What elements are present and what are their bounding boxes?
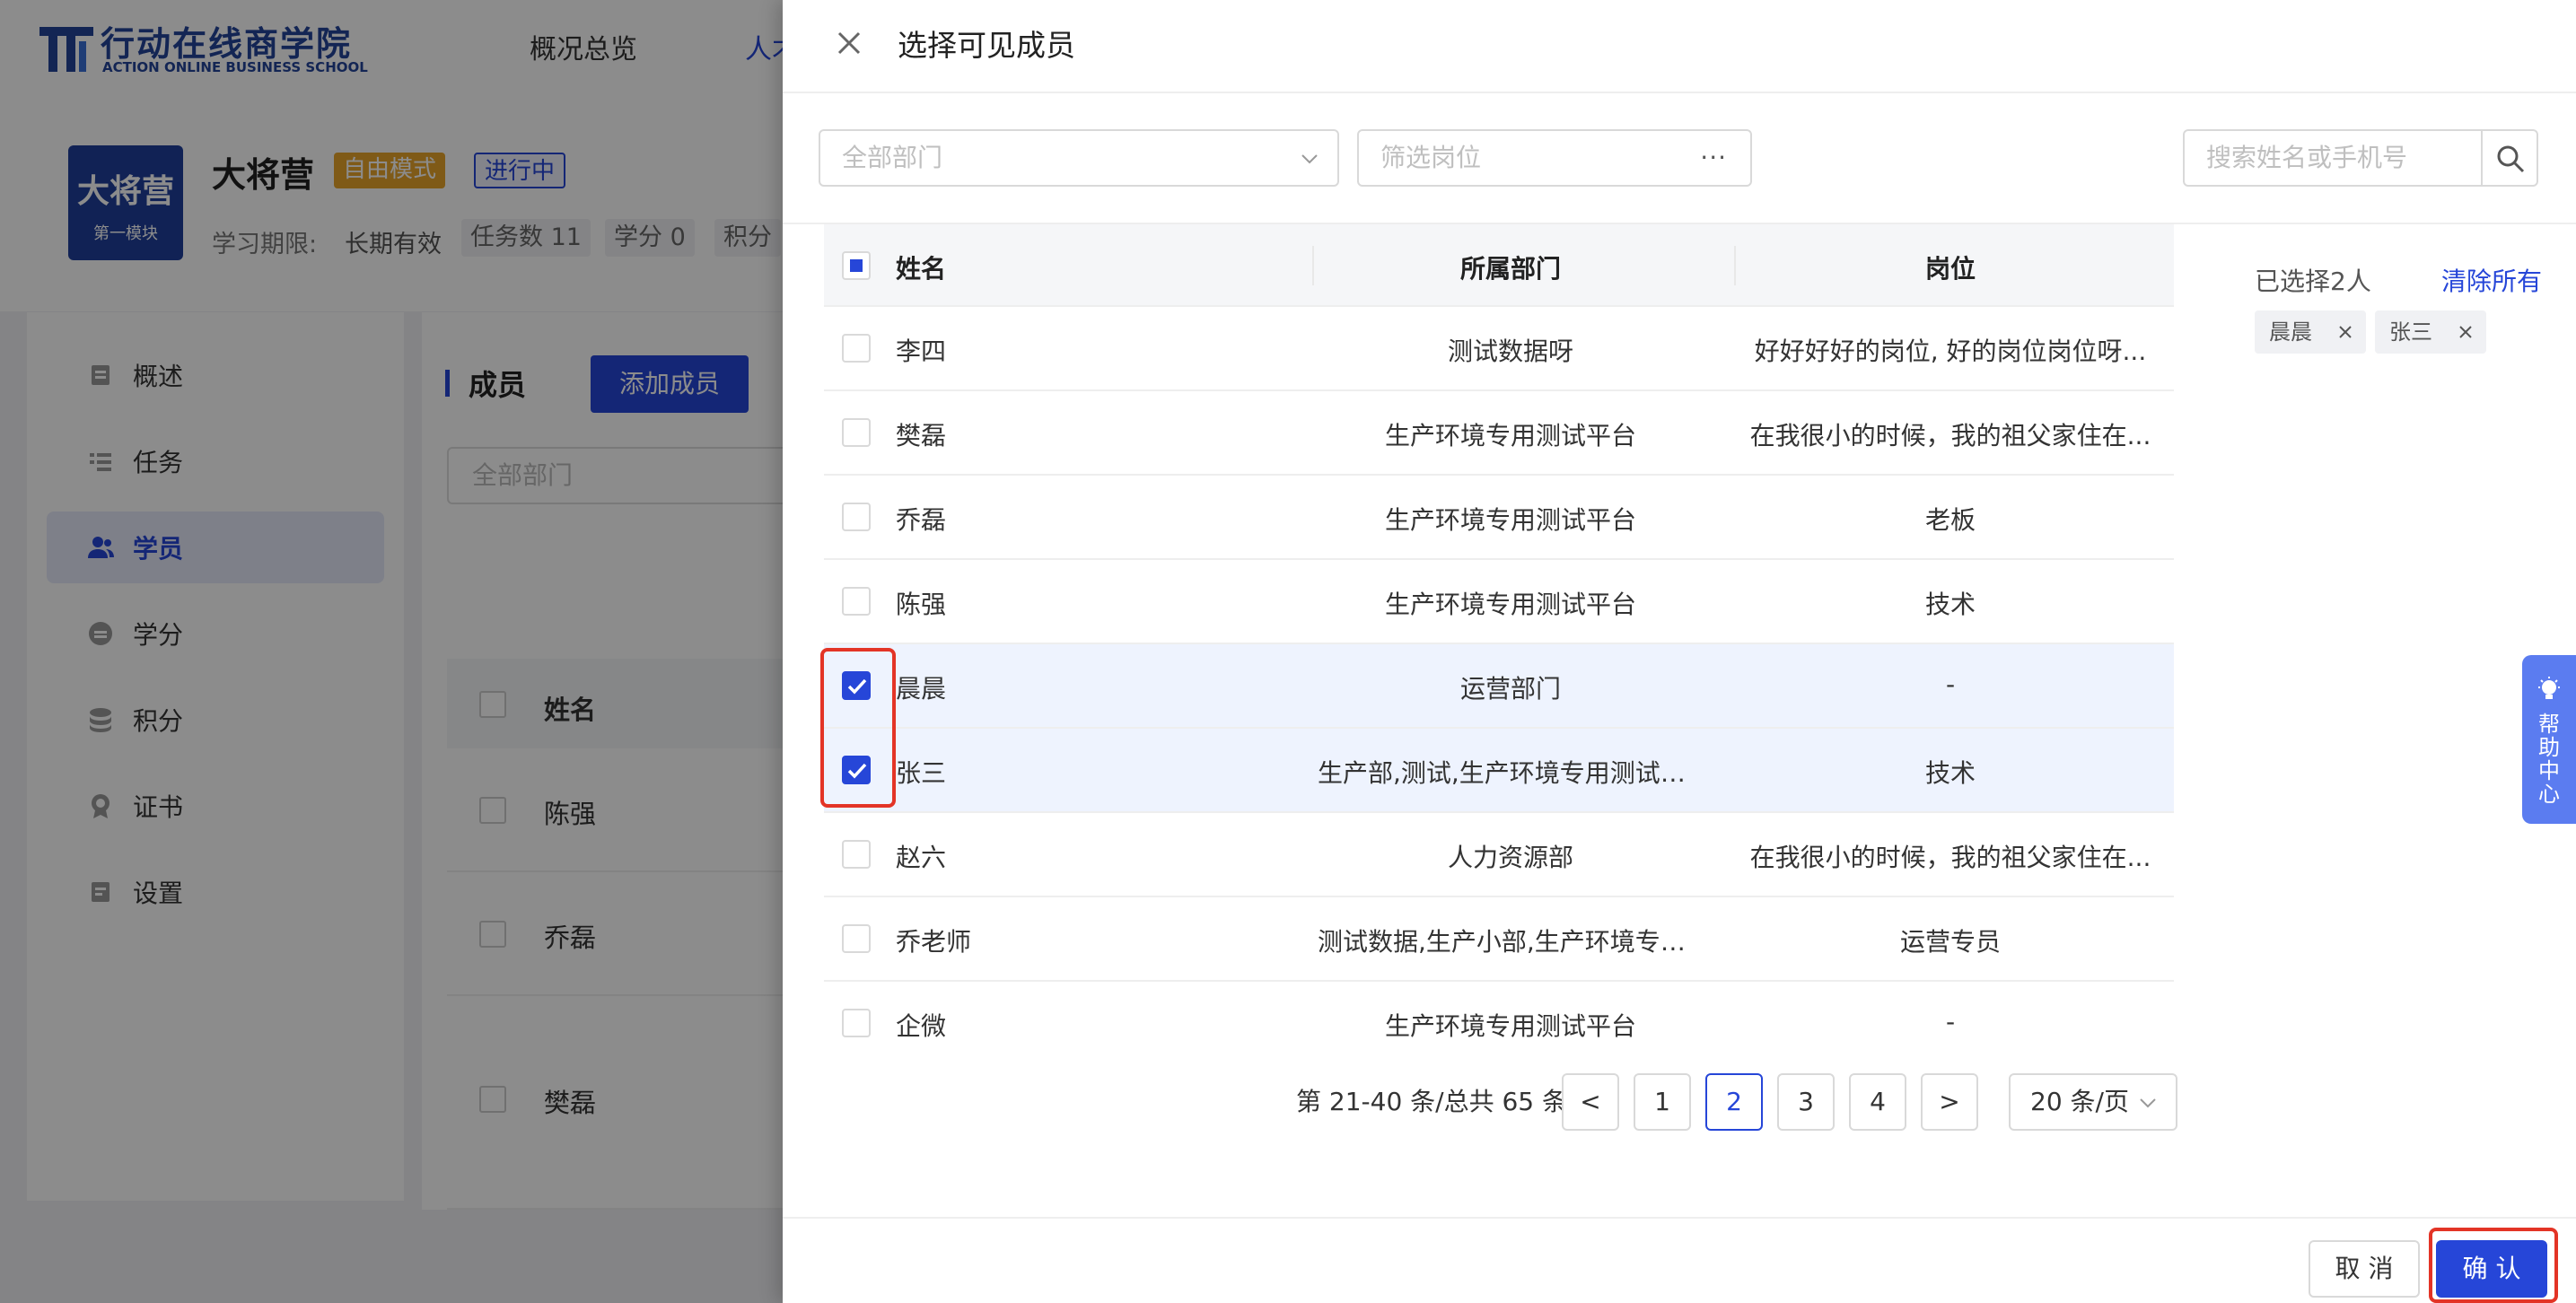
page-button-4[interactable]: 4 <box>1849 1073 1906 1131</box>
col-dept-header: 所属部门 <box>1459 254 1561 284</box>
pagination-info: 第 21-40 条/总共 65 条 <box>1296 1087 1568 1116</box>
member-position: - <box>1945 1007 1956 1036</box>
row-checkbox[interactable] <box>842 840 871 869</box>
member-dept: 人力资源部 <box>1447 843 1573 872</box>
more-icon[interactable]: ··· <box>1700 131 1727 185</box>
member-position: 运营专员 <box>1899 927 2001 957</box>
row-checkbox[interactable] <box>842 587 871 616</box>
lightbulb-icon <box>2538 677 2560 699</box>
member-dept: 生产部,测试,生产环境专用测试平台 <box>1318 758 1704 788</box>
member-dept: 生产环境专用测试平台 <box>1384 421 1636 450</box>
prev-page-button[interactable]: < <box>1562 1073 1619 1131</box>
help-center-label: 帮助中心 <box>2538 712 2560 807</box>
close-icon[interactable] <box>2458 324 2474 340</box>
member-dept: 运营部门 <box>1459 674 1561 704</box>
table-row-selected[interactable]: 晨晨 运营部门 - <box>824 644 2174 729</box>
member-dept: 生产环境专用测试平台 <box>1384 1011 1636 1041</box>
member-name: 赵六 <box>896 843 947 872</box>
page-size-select[interactable]: 20 条/页 <box>2009 1073 2177 1131</box>
member-name: 晨晨 <box>896 674 947 704</box>
member-position: 技术 <box>1924 590 1976 619</box>
member-name: 企微 <box>896 1011 947 1041</box>
close-icon[interactable] <box>2337 324 2353 340</box>
chip-label: 张三 <box>2389 319 2432 345</box>
member-position: 在我很小的时候，我的祖父家住在... <box>1749 843 2151 872</box>
select-members-drawer: 选择可见成员 全部部门 筛选岗位 ··· 搜索姓名或手机号 姓名 所属部门 岗位… <box>783 0 2576 1303</box>
page-button-1[interactable]: 1 <box>1634 1073 1691 1131</box>
close-icon[interactable] <box>833 27 865 59</box>
chevron-down-icon <box>2140 1098 2156 1108</box>
member-name: 李四 <box>896 337 947 366</box>
cancel-button[interactable]: 取 消 <box>2309 1240 2420 1298</box>
row-checkbox[interactable] <box>842 924 871 953</box>
drawer-title: 选择可见成员 <box>898 28 1075 63</box>
highlight-box-checkboxes <box>820 648 896 808</box>
dept-select-placeholder: 全部部门 <box>842 143 943 172</box>
table-row[interactable]: 乔老师 测试数据,生产小部,生产环境专用... 运营专员 <box>824 897 2174 982</box>
member-dept: 测试数据呀 <box>1447 337 1573 366</box>
member-name: 陈强 <box>896 590 947 619</box>
highlight-box-confirm <box>2429 1228 2558 1303</box>
column-separator <box>1734 246 1736 285</box>
col-position-header: 岗位 <box>1924 254 1976 284</box>
position-filter[interactable]: 筛选岗位 ··· <box>1357 129 1752 187</box>
search-icon <box>2497 145 2525 173</box>
table-row[interactable]: 乔磊 生产环境专用测试平台 老板 <box>824 476 2174 560</box>
column-separator <box>1312 246 1314 285</box>
col-name-header: 姓名 <box>896 254 947 284</box>
table-row-selected[interactable]: 张三 生产部,测试,生产环境专用测试平台 技术 <box>824 729 2174 813</box>
dept-select[interactable]: 全部部门 <box>819 129 1339 187</box>
member-position: 技术 <box>1924 758 1976 788</box>
page-button-3[interactable]: 3 <box>1777 1073 1835 1131</box>
table-row[interactable]: 企微 生产环境专用测试平台 - <box>824 982 2174 1066</box>
row-checkbox[interactable] <box>842 1009 871 1037</box>
row-checkbox[interactable] <box>842 503 871 531</box>
member-position: 好好好好的岗位, 好的岗位岗位呀... <box>1754 337 2147 366</box>
help-center-button[interactable]: 帮助中心 <box>2522 655 2576 824</box>
member-dept: 生产环境专用测试平台 <box>1384 590 1636 619</box>
page-button-2-current[interactable]: 2 <box>1705 1073 1763 1131</box>
table-row[interactable]: 樊磊 生产环境专用测试平台 在我很小的时候，我的祖父家住在... <box>824 391 2174 476</box>
table-row[interactable]: 李四 测试数据呀 好好好好的岗位, 好的岗位岗位呀... <box>824 307 2174 391</box>
next-page-button[interactable]: > <box>1921 1073 1978 1131</box>
member-position: 在我很小的时候，我的祖父家住在... <box>1749 421 2151 450</box>
drawer-footer: 取 消 确 认 <box>783 1217 2576 1303</box>
search-input[interactable]: 搜索姓名或手机号 <box>2183 129 2483 187</box>
page-size-value: 20 条/页 <box>2030 1087 2129 1116</box>
search-button[interactable] <box>2481 129 2538 187</box>
selected-chip: 晨晨 <box>2255 310 2366 354</box>
table-header: 姓名 所属部门 岗位 <box>824 224 2174 307</box>
member-name: 乔磊 <box>896 505 947 535</box>
row-checkbox[interactable] <box>842 418 871 447</box>
table-row[interactable]: 陈强 生产环境专用测试平台 技术 <box>824 560 2174 644</box>
member-name: 乔老师 <box>896 927 972 957</box>
select-all-checkbox[interactable] <box>842 251 871 280</box>
table-row[interactable]: 赵六 人力资源部 在我很小的时候，我的祖父家住在... <box>824 813 2174 897</box>
chevron-down-icon <box>1301 154 1318 164</box>
position-filter-placeholder: 筛选岗位 <box>1380 143 1482 172</box>
member-dept: 生产环境专用测试平台 <box>1384 505 1636 535</box>
member-position: - <box>1945 669 1956 699</box>
drawer-header: 选择可见成员 <box>783 0 2576 93</box>
row-checkbox[interactable] <box>842 334 871 363</box>
clear-all-link[interactable]: 清除所有 <box>2441 262 2542 298</box>
member-dept: 测试数据,生产小部,生产环境专用... <box>1318 927 1704 957</box>
selected-count: 已选择2人 <box>2255 267 2371 296</box>
selected-chip: 张三 <box>2375 310 2486 354</box>
member-position: 老板 <box>1924 505 1976 535</box>
member-name: 张三 <box>896 758 947 788</box>
member-name: 樊磊 <box>896 421 947 450</box>
chip-label: 晨晨 <box>2269 319 2312 345</box>
